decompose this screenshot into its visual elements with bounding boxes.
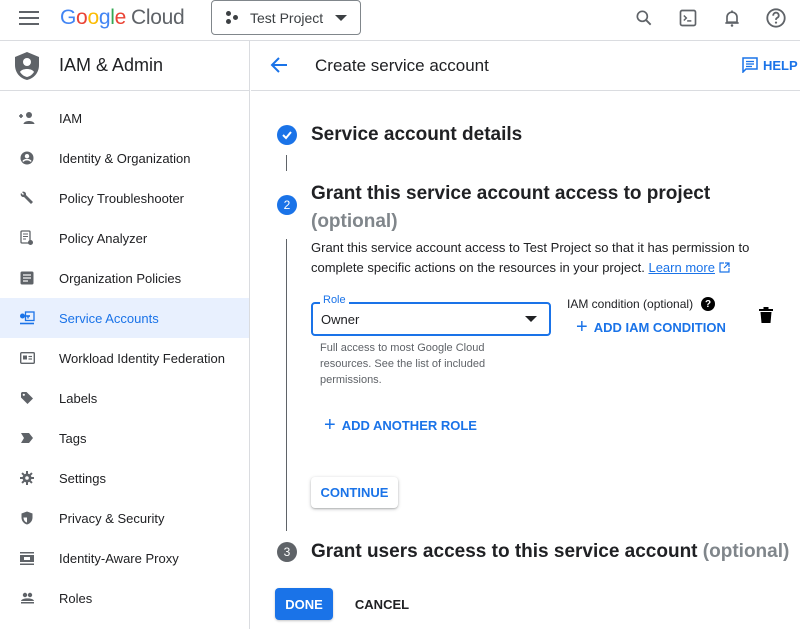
project-icon [226,10,240,25]
external-link-icon [718,262,730,273]
plus-icon: + [324,414,336,436]
article-icon [18,269,36,287]
sidebar-item-label: Settings [59,470,106,486]
policy-analyzer-icon [18,229,36,247]
sidebar-item-policy-troubleshooter[interactable]: Policy Troubleshooter [0,178,249,218]
sidebar-item-service-accounts[interactable]: Service Accounts [0,298,249,338]
step-3-number: 3 [277,542,297,562]
sidebar-item-settings[interactable]: Settings [0,458,249,498]
stepper-connector [286,239,287,531]
sidebar-item-label: Workload Identity Federation [59,350,225,366]
role-select[interactable]: Role Owner [311,294,551,336]
help-icon[interactable] [764,6,788,30]
person-add-icon [18,109,36,127]
feedback-comment-icon [742,57,758,73]
notifications-icon[interactable] [720,6,744,30]
add-iam-condition-button[interactable]: + ADD IAM CONDITION [576,317,726,337]
google-cloud-logo[interactable]: Google Cloud [60,6,185,30]
continue-button[interactable]: CONTINUE [311,477,398,508]
sidebar-item-label: Policy Analyzer [59,230,148,246]
cloud-shell-icon[interactable] [676,6,700,30]
learn-more-link[interactable]: Learn more [648,260,714,275]
shield-icon [18,509,36,527]
sidebar-nav: IAM Identity & Organization Policy Troub… [0,91,249,618]
main-content: Create service account HELP A Service ac… [251,41,800,629]
project-picker[interactable]: Test Project [211,0,361,35]
sidebar-item-label: Policy Troubleshooter [59,190,185,206]
step-2-description: Grant this service account access to Tes… [311,240,750,275]
proxy-icon [18,549,36,567]
sidebar-item-workload-identity-federation[interactable]: Workload Identity Federation [0,338,249,378]
page-header: Create service account HELP A [251,41,800,91]
iam-shield-icon [15,51,39,80]
sidebar-item-labels[interactable]: Labels [0,378,249,418]
step-2-title: Grant this service account access to pro… [311,183,711,232]
search-icon[interactable] [632,6,656,30]
help-label: HELP A [763,57,800,73]
cancel-button[interactable]: CANCEL [347,588,417,620]
sidebar-item-tags[interactable]: Tags [0,418,249,458]
page-title: Create service account [315,56,489,75]
sidebar-item-label: Service Accounts [59,310,159,326]
sidebar-item-label: Identity & Organization [59,150,191,166]
sidebar-item-label: Identity-Aware Proxy [59,550,179,566]
done-button[interactable]: DONE [275,588,333,620]
role-label: Role [320,294,349,306]
step-2-optional: (optional) [311,211,398,232]
sidebar-item-identity-organization[interactable]: Identity & Organization [0,138,249,178]
step-3-title[interactable]: Grant users access to this service accou… [311,541,789,563]
sidebar-item-iam[interactable]: IAM [0,98,249,138]
sidebar-item-label: Tags [59,430,87,446]
sidebar-item-identity-aware-proxy[interactable]: Identity-Aware Proxy [0,538,249,578]
role-description: Full access to most Google Cloud resourc… [320,342,486,386]
sidebar-item-label: Organization Policies [59,270,182,286]
chevron-down-icon [335,14,348,21]
tag-chevron-icon [18,429,36,447]
account-circle-icon [18,149,36,167]
step-1-title[interactable]: Service account details [311,124,522,146]
sidebar-title: IAM & Admin [59,55,164,75]
project-name: Test Project [250,9,324,26]
id-card-icon [18,349,36,367]
roles-icon [18,589,36,607]
help-assistant-button[interactable]: HELP A [742,57,800,73]
sidebar-item-label: Roles [59,590,93,606]
step-3-optional: (optional) [702,541,790,562]
sidebar-item-label: Labels [59,390,98,406]
role-value: Owner [321,312,360,327]
sidebar-item-label: IAM [59,110,83,126]
sidebar: IAM & Admin IAM Identity & Organization … [0,41,250,629]
top-bar: Google Cloud Test Project [0,0,800,41]
iam-condition-label: IAM condition (optional) ? [567,297,716,311]
back-arrow-icon[interactable] [269,55,289,75]
add-another-role-button[interactable]: + ADD ANOTHER ROLE [324,415,477,435]
sidebar-item-policy-analyzer[interactable]: Policy Analyzer [0,218,249,258]
sidebar-item-roles[interactable]: Roles [0,578,249,618]
label-tag-icon [18,389,36,407]
sidebar-header: IAM & Admin [0,41,249,91]
help-question-icon[interactable]: ? [701,297,716,311]
chevron-down-icon [525,316,537,322]
step-2-number: 2 [277,195,297,215]
wrench-icon [18,189,36,207]
step-1-complete-check-icon [277,125,297,145]
stepper-connector [286,155,287,171]
gear-icon [18,469,36,487]
sidebar-item-label: Privacy & Security [59,510,165,526]
sidebar-item-privacy-security[interactable]: Privacy & Security [0,498,249,538]
delete-trash-icon[interactable] [759,307,773,323]
sidebar-item-organization-policies[interactable]: Organization Policies [0,258,249,298]
plus-icon: + [576,316,588,338]
service-account-key-icon [18,309,36,327]
main-menu-icon[interactable] [19,11,39,27]
